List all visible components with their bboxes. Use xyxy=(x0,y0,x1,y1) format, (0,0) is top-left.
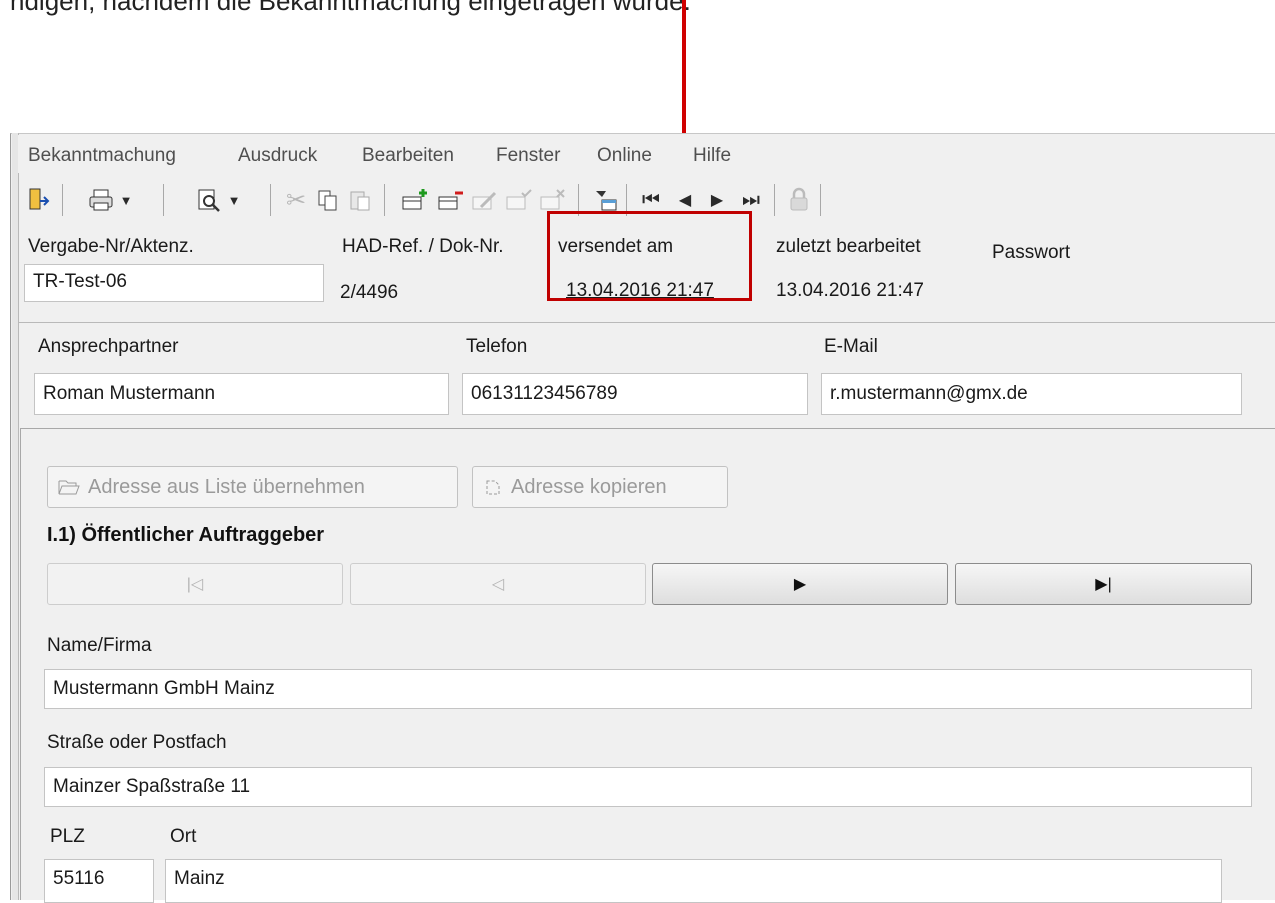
toolbar-separator xyxy=(62,184,63,216)
menu-hilfe[interactable]: Hilfe xyxy=(693,145,731,167)
toolbar-separator xyxy=(270,184,271,216)
telefon-label: Telefon xyxy=(466,336,528,357)
menu-ausdruck[interactable]: Ausdruck xyxy=(238,145,317,167)
passwort-label: Passwort xyxy=(992,242,1071,263)
cut-icon[interactable]: ✂ xyxy=(282,184,310,216)
lock-icon[interactable] xyxy=(784,184,814,216)
menu-bekanntmachung[interactable]: Bekanntmachung xyxy=(28,145,176,167)
nav-last-button[interactable]: ▶| xyxy=(955,563,1252,605)
previous-arrow-icon: ◁ xyxy=(491,576,505,593)
adresse-aus-liste-label: Adresse aus Liste übernehmen xyxy=(88,475,365,498)
ort-label: Ort xyxy=(170,826,197,847)
print-icon[interactable]: ▼ xyxy=(78,184,142,216)
copy-icon[interactable] xyxy=(314,184,342,216)
plz-input[interactable]: 55116 xyxy=(44,859,154,903)
strasse-label: Straße oder Postfach xyxy=(47,732,227,753)
had-ref-label: HAD-Ref. / Dok-Nr. xyxy=(342,236,504,257)
delete-record-icon[interactable] xyxy=(436,184,466,216)
add-record-icon[interactable] xyxy=(400,184,430,216)
bearbeitet-value: 13.04.2016 21:47 xyxy=(776,280,924,301)
instruction-caption: ndigen, nachdem die Bekanntmachung einge… xyxy=(10,0,691,16)
had-ref-value: 2/4496 xyxy=(340,282,399,303)
chevron-down-icon[interactable]: ▼ xyxy=(228,193,241,208)
paste-icon[interactable] xyxy=(346,184,374,216)
toolbar-separator xyxy=(384,184,385,216)
email-input[interactable]: r.mustermann@gmx.de xyxy=(821,373,1242,415)
chevron-down-icon[interactable]: ▼ xyxy=(120,193,133,208)
nav-previous-button[interactable]: ◁ xyxy=(350,563,646,605)
ansprechpartner-label: Ansprechpartner xyxy=(38,336,179,357)
last-arrow-icon: ▶| xyxy=(1095,576,1112,593)
telefon-input[interactable]: 06131123456789 xyxy=(462,373,808,415)
email-label: E-Mail xyxy=(824,336,878,357)
vergabe-label: Vergabe-Nr/Aktenz. xyxy=(28,236,194,257)
toolbar-separator xyxy=(774,184,775,216)
strasse-input[interactable]: Mainzer Spaßstraße 11 xyxy=(44,767,1252,807)
exit-icon[interactable] xyxy=(24,184,52,216)
ort-input[interactable]: Mainz xyxy=(165,859,1222,903)
menu-fenster[interactable]: Fenster xyxy=(496,145,560,167)
menu-online[interactable]: Online xyxy=(597,145,652,167)
annotation-arrow xyxy=(682,0,686,138)
plz-label: PLZ xyxy=(50,826,85,847)
edit-record-icon[interactable] xyxy=(470,184,500,216)
next-arrow-icon: ▶ xyxy=(793,576,807,593)
toolbar-separator xyxy=(820,184,821,216)
window-left-edge xyxy=(12,133,19,900)
ansprechpartner-input[interactable]: Roman Mustermann xyxy=(34,373,449,415)
section-title: I.1) Öffentlicher Auftraggeber xyxy=(47,524,325,546)
header-divider xyxy=(18,322,1275,323)
bearbeitet-label: zuletzt bearbeitet xyxy=(776,236,921,257)
highlight-box xyxy=(547,211,752,301)
toolbar-separator xyxy=(163,184,164,216)
folder-open-icon xyxy=(58,480,80,495)
adresse-aus-liste-button[interactable]: Adresse aus Liste übernehmen xyxy=(47,466,458,508)
nav-first-button[interactable]: |◁ xyxy=(47,563,343,605)
name-input[interactable]: Mustermann GmbH Mainz xyxy=(44,669,1252,709)
adresse-kopieren-button[interactable]: Adresse kopieren xyxy=(472,466,728,508)
first-arrow-icon: |◁ xyxy=(186,576,204,593)
preview-icon[interactable]: ▼ xyxy=(186,184,250,216)
name-label: Name/Firma xyxy=(47,635,152,656)
adresse-kopieren-label: Adresse kopieren xyxy=(511,475,667,498)
nav-next-button[interactable]: ▶ xyxy=(652,563,948,605)
vergabe-input[interactable]: TR-Test-06 xyxy=(24,264,324,302)
confirm-record-icon[interactable] xyxy=(504,184,534,216)
menu-bearbeiten[interactable]: Bearbeiten xyxy=(362,145,454,167)
copy-page-icon xyxy=(486,480,500,495)
